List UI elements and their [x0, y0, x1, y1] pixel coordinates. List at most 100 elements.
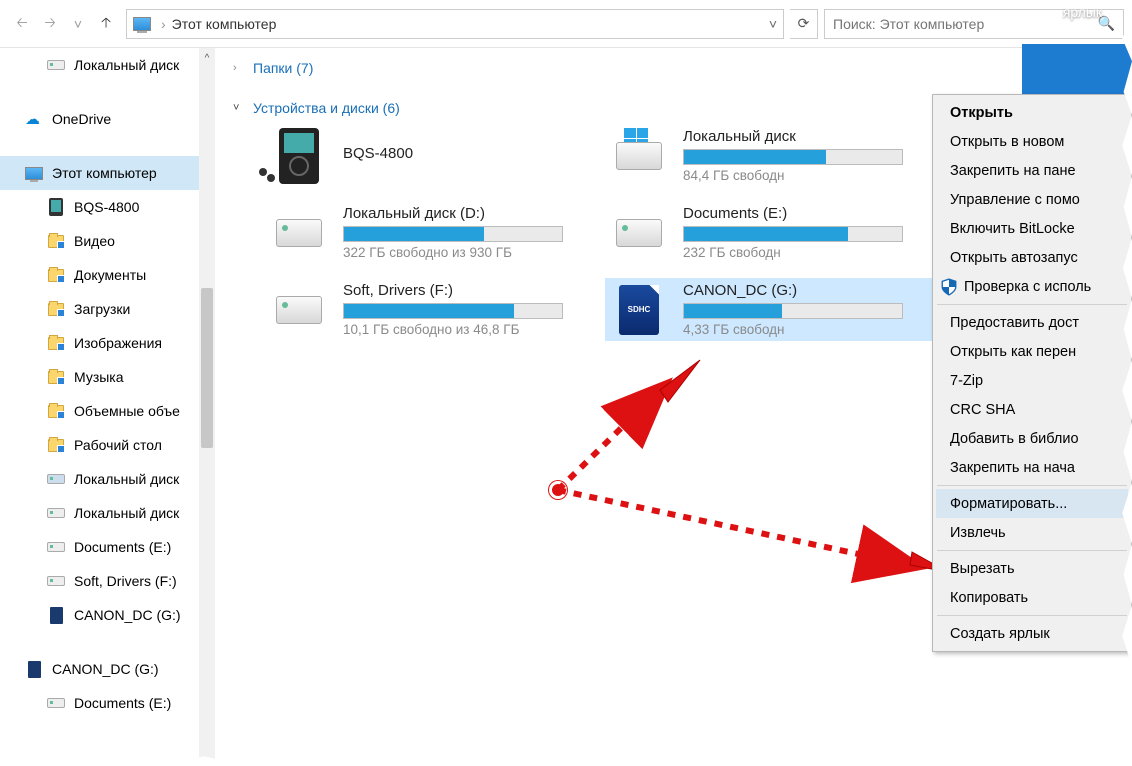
sidebar-item[interactable]: Музыка	[0, 360, 215, 394]
section-drives-label: Устройства и диски (6)	[253, 100, 400, 116]
context-menu-label: Закрепить на нача	[950, 460, 1075, 476]
context-menu-label: Копировать	[950, 590, 1028, 606]
sd-card-icon	[46, 607, 66, 623]
sidebar-item[interactable]: Локальный диск	[0, 496, 215, 530]
context-menu-item[interactable]: Открыть	[936, 98, 1128, 127]
sidebar: ^ Локальный диск ☁ OneDrive Этот компьютерB…	[0, 48, 215, 766]
context-menu-item[interactable]: Вырезать	[936, 554, 1128, 583]
sidebar-item[interactable]: Soft, Drivers (F:)	[0, 564, 215, 598]
context-menu-item[interactable]: CRC SHA	[936, 395, 1128, 424]
context-menu-item[interactable]: Форматировать...	[936, 489, 1128, 518]
context-menu-item[interactable]: Закрепить на нача	[936, 453, 1128, 482]
scrollbar-thumb[interactable]	[201, 288, 213, 448]
drive-item[interactable]: Локальный диск84,4 ГБ свободн	[605, 124, 945, 187]
context-menu-item[interactable]: Открыть как перен	[936, 337, 1128, 366]
sd-card-icon: SDHC	[609, 285, 669, 335]
drive-name: BQS-4800	[343, 145, 601, 162]
drive-free-text: 232 ГБ свободн	[683, 245, 941, 260]
drive-name: Локальный диск	[683, 128, 941, 145]
sidebar-item[interactable]: Загрузки	[0, 292, 215, 326]
breadcrumb[interactable]: Этот компьютер	[172, 16, 277, 32]
drive-item[interactable]: Documents (E:)232 ГБ свободн	[605, 201, 945, 264]
scroll-up-button[interactable]: ^	[199, 48, 215, 68]
context-menu-label: Включить BitLocke	[950, 221, 1075, 237]
drive-item[interactable]: BQS-4800	[265, 124, 605, 187]
context-menu-label: Открыть	[950, 105, 1013, 121]
sidebar-item[interactable]: Изображения	[0, 326, 215, 360]
scrollbar-track[interactable]	[199, 68, 215, 766]
drive-name: CANON_DC (G:)	[683, 282, 941, 299]
address-dropdown-icon[interactable]: ˅	[769, 16, 777, 32]
hdd-icon	[609, 208, 669, 258]
sidebar-item-label: Объемные объе	[74, 403, 180, 419]
capacity-bar	[683, 226, 903, 242]
context-menu-item[interactable]: Предоставить дост	[936, 308, 1128, 337]
hdd-windows-icon	[609, 131, 669, 181]
folder-icon	[46, 233, 66, 249]
context-menu-label: Добавить в библио	[950, 431, 1079, 447]
capacity-bar	[683, 303, 903, 319]
sidebar-item[interactable]: CANON_DC (G:)	[0, 652, 215, 686]
folder-icon	[46, 437, 66, 453]
sidebar-item-label: Documents (E:)	[74, 695, 171, 711]
context-menu-item[interactable]: Копировать	[936, 583, 1128, 612]
sd-card-icon	[24, 661, 44, 677]
sidebar-item[interactable]: Документы	[0, 258, 215, 292]
annotation-origin-dot	[549, 481, 567, 499]
refresh-button[interactable]: ⟳	[790, 9, 818, 39]
sidebar-item[interactable]: Локальный диск	[0, 462, 215, 496]
onedrive-icon: ☁	[24, 111, 44, 127]
drive-item[interactable]: SDHC CANON_DC (G:) 4,33 ГБ свободн	[605, 278, 945, 341]
sidebar-item[interactable]: ☁ OneDrive	[0, 102, 215, 136]
sidebar-item[interactable]: Видео	[0, 224, 215, 258]
context-menu-item[interactable]: Создать ярлык	[936, 619, 1128, 648]
context-menu-item[interactable]: Открыть автозапус	[936, 243, 1128, 272]
context-menu-item[interactable]: Управление с помо	[936, 185, 1128, 214]
sidebar-item[interactable]: Объемные объе	[0, 394, 215, 428]
context-menu-item[interactable]: Добавить в библио	[936, 424, 1128, 453]
forward-button[interactable]: 🡢	[36, 10, 64, 38]
drive-info: BQS-4800	[343, 145, 601, 166]
context-menu-label: Предоставить дост	[950, 315, 1079, 331]
context-menu: Открыть Открыть в новом Закрепить на пане…	[932, 94, 1132, 652]
sidebar-item[interactable]: CANON_DC (G:)	[0, 598, 215, 632]
back-button[interactable]: 🡠	[8, 10, 36, 38]
sidebar-item[interactable]: Documents (E:)	[0, 530, 215, 564]
drive-item[interactable]: Локальный диск (D:)322 ГБ свободно из 93…	[265, 201, 605, 264]
context-menu-item[interactable]: Проверка с исполь	[936, 272, 1128, 301]
sidebar-item[interactable]: Локальный диск	[0, 48, 215, 82]
context-menu-label: Извлечь	[950, 525, 1006, 541]
context-menu-label: 7-Zip	[950, 373, 983, 389]
drive-item[interactable]: Soft, Drivers (F:)10,1 ГБ свободно из 46…	[265, 278, 605, 341]
context-menu-item[interactable]: 7-Zip	[936, 366, 1128, 395]
capacity-bar	[343, 303, 563, 319]
context-menu-label: Открыть в новом	[950, 134, 1064, 150]
sidebar-item[interactable]: BQS-4800	[0, 190, 215, 224]
search-input[interactable]	[833, 16, 1098, 32]
menu-separator	[937, 615, 1127, 616]
phone-icon	[46, 199, 66, 215]
context-menu-item[interactable]: Извлечь	[936, 518, 1128, 547]
drive-free-text: 4,33 ГБ свободн	[683, 322, 941, 337]
context-menu-item[interactable]: Открыть в новом	[936, 127, 1128, 156]
sidebar-item-label: Рабочий стол	[74, 437, 162, 453]
section-folders-label: Папки (7)	[253, 60, 313, 76]
drive-info: Локальный диск84,4 ГБ свободн	[683, 128, 941, 183]
address-bar[interactable]: › Этот компьютер ˅	[126, 9, 784, 39]
sidebar-item[interactable]: Documents (E:)	[0, 686, 215, 720]
context-menu-item[interactable]: Включить BitLocke	[936, 214, 1128, 243]
folder-icon	[46, 301, 66, 317]
drive-name: Локальный диск (D:)	[343, 205, 601, 222]
context-menu-label: Открыть как перен	[950, 344, 1076, 360]
section-folders[interactable]: › Папки (7)	[215, 60, 1132, 76]
sidebar-item[interactable]: Рабочий стол	[0, 428, 215, 462]
context-menu-item[interactable]: Закрепить на пане	[936, 156, 1128, 185]
sidebar-item-label: OneDrive	[52, 111, 111, 127]
sidebar-item-label: Локальный диск	[74, 471, 179, 487]
capacity-bar	[343, 226, 563, 242]
sidebar-item[interactable]: Этот компьютер	[0, 156, 215, 190]
up-button[interactable]: 🡡	[92, 10, 120, 38]
shield-icon	[940, 278, 958, 296]
recent-button[interactable]: ˅	[64, 10, 92, 38]
hdd-icon	[269, 208, 329, 258]
